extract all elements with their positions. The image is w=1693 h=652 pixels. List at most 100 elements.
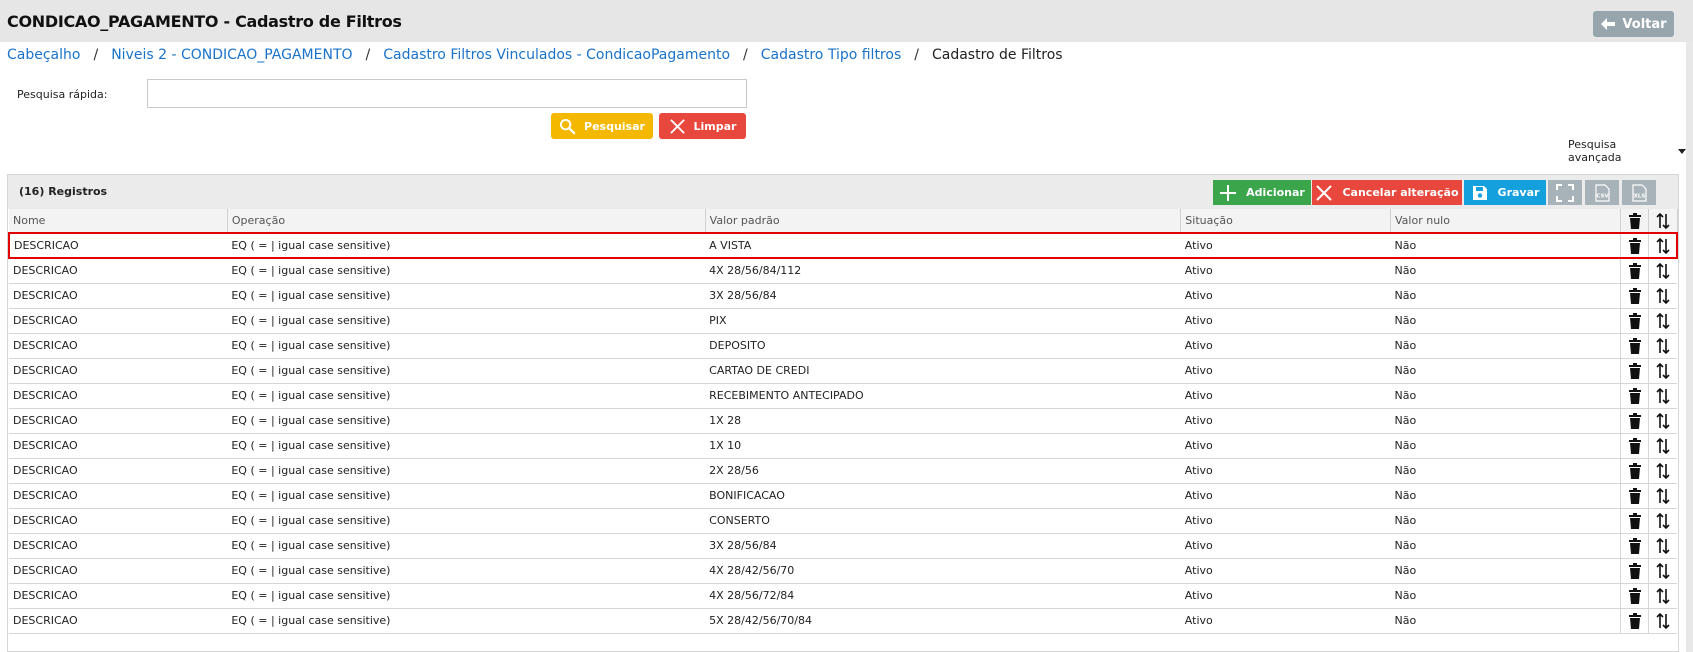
cell-situacao[interactable]: Ativo — [1180, 408, 1391, 434]
move-row-handle[interactable] — [1648, 283, 1677, 309]
cell-valor-nulo[interactable]: Não — [1390, 533, 1621, 559]
table-row[interactable]: DESCRICAO EQ ( = | igual case sensitive) B… — [9, 483, 1677, 509]
export-xls-button[interactable]: XLS — [1622, 180, 1656, 205]
cell-situacao[interactable]: Ativo — [1180, 508, 1391, 534]
breadcrumb-link-cabecalho[interactable]: Cabeçalho — [7, 47, 80, 63]
cell-operacao[interactable]: EQ ( = | igual case sensitive) — [227, 308, 706, 334]
cell-nome[interactable]: DESCRICAO — [9, 458, 228, 484]
cell-operacao[interactable]: EQ ( = | igual case sensitive) — [227, 483, 706, 509]
cell-valor-padrao[interactable]: 1X 10 — [705, 433, 1181, 459]
move-row-handle[interactable] — [1648, 433, 1677, 459]
cell-valor-nulo[interactable]: Não — [1390, 608, 1621, 634]
cell-situacao[interactable]: Ativo — [1180, 483, 1391, 509]
cell-valor-padrao[interactable]: 4X 28/42/56/70 — [705, 558, 1181, 584]
delete-row-button[interactable] — [1620, 433, 1649, 459]
move-row-handle[interactable] — [1648, 258, 1677, 284]
cell-operacao[interactable]: EQ ( = | igual case sensitive) — [227, 258, 706, 284]
delete-row-button[interactable] — [1620, 533, 1649, 559]
page-scrollbar-gutter[interactable] — [1686, 42, 1693, 652]
fullscreen-button[interactable] — [1548, 180, 1582, 205]
cell-situacao[interactable]: Ativo — [1180, 258, 1391, 284]
table-row[interactable]: DESCRICAO EQ ( = | igual case sensitive) 3… — [9, 283, 1677, 309]
cell-valor-nulo[interactable]: Não — [1390, 232, 1621, 259]
column-header-move[interactable] — [1648, 209, 1678, 234]
cell-valor-padrao[interactable]: BONIFICACAO — [705, 483, 1181, 509]
quick-search-input[interactable] — [147, 79, 747, 108]
cancel-changes-button[interactable]: Cancelar alteração — [1312, 180, 1462, 205]
delete-row-button[interactable] — [1620, 383, 1649, 409]
column-header-valor-nulo[interactable]: Valor nulo — [1390, 209, 1622, 234]
move-row-handle[interactable] — [1648, 558, 1677, 584]
delete-row-button[interactable] — [1620, 408, 1649, 434]
cell-valor-padrao[interactable]: PIX — [705, 308, 1181, 334]
save-button[interactable]: Gravar — [1464, 180, 1546, 205]
table-row[interactable]: DESCRICAO EQ ( = | igual case sensitive) 1… — [9, 433, 1677, 459]
cell-situacao[interactable]: Ativo — [1180, 333, 1391, 359]
table-row[interactable]: DESCRICAO EQ ( = | igual case sensitive) C… — [9, 508, 1677, 534]
move-row-handle[interactable] — [1648, 583, 1677, 609]
breadcrumb-link-tipo-filtros[interactable]: Cadastro Tipo filtros — [761, 47, 902, 63]
move-row-handle[interactable] — [1648, 508, 1677, 534]
cell-valor-padrao[interactable]: DEPOSITO — [705, 333, 1181, 359]
cell-operacao[interactable]: EQ ( = | igual case sensitive) — [227, 232, 706, 259]
table-row[interactable]: DESCRICAO EQ ( = | igual case sensitive) 4… — [9, 258, 1677, 284]
cell-operacao[interactable]: EQ ( = | igual case sensitive) — [227, 608, 706, 634]
table-row[interactable]: DESCRICAO EQ ( = | igual case sensitive) 2… — [9, 458, 1677, 484]
cell-valor-nulo[interactable]: Não — [1390, 558, 1621, 584]
delete-row-button[interactable] — [1620, 232, 1649, 259]
cell-valor-nulo[interactable]: Não — [1390, 433, 1621, 459]
cell-operacao[interactable]: EQ ( = | igual case sensitive) — [227, 283, 706, 309]
cell-operacao[interactable]: EQ ( = | igual case sensitive) — [227, 408, 706, 434]
table-row[interactable]: DESCRICAO EQ ( = | igual case sensitive) R… — [9, 383, 1677, 409]
export-csv-button[interactable]: CSV — [1585, 180, 1619, 205]
table-row[interactable]: DESCRICAO EQ ( = | igual case sensitive) 4… — [9, 558, 1677, 584]
cell-nome[interactable]: DESCRICAO — [9, 583, 228, 609]
delete-row-button[interactable] — [1620, 483, 1649, 509]
back-button[interactable]: Voltar — [1593, 11, 1674, 37]
cell-nome[interactable]: DESCRICAO — [9, 383, 228, 409]
cell-situacao[interactable]: Ativo — [1180, 232, 1391, 259]
cell-nome[interactable]: DESCRICAO — [9, 508, 228, 534]
cell-nome[interactable]: DESCRICAO — [9, 408, 228, 434]
cell-valor-padrao[interactable]: 3X 28/56/84 — [705, 283, 1181, 309]
cell-situacao[interactable]: Ativo — [1180, 383, 1391, 409]
delete-row-button[interactable] — [1620, 583, 1649, 609]
delete-row-button[interactable] — [1620, 608, 1649, 634]
column-header-situacao[interactable]: Situação — [1180, 209, 1391, 234]
cell-valor-padrao[interactable]: RECEBIMENTO ANTECIPADO — [705, 383, 1181, 409]
delete-row-button[interactable] — [1620, 358, 1649, 384]
cell-operacao[interactable]: EQ ( = | igual case sensitive) — [227, 508, 706, 534]
cell-nome[interactable]: DESCRICAO — [9, 283, 228, 309]
delete-row-button[interactable] — [1620, 333, 1649, 359]
table-row[interactable]: DESCRICAO EQ ( = | igual case sensitive) 3… — [9, 533, 1677, 559]
cell-valor-padrao[interactable]: 2X 28/56 — [705, 458, 1181, 484]
breadcrumb-link-niveis[interactable]: Niveis 2 - CONDICAO_PAGAMENTO — [111, 47, 352, 63]
table-row[interactable]: DESCRICAO EQ ( = | igual case sensitive) 1… — [9, 408, 1677, 434]
cell-situacao[interactable]: Ativo — [1180, 283, 1391, 309]
column-header-valor-padrao[interactable]: Valor padrão — [705, 209, 1182, 234]
cell-valor-padrao[interactable]: 1X 28 — [705, 408, 1181, 434]
table-row[interactable]: DESCRICAO EQ ( = | igual case sensitive) 4… — [9, 583, 1677, 609]
cell-nome[interactable]: DESCRICAO — [9, 483, 228, 509]
cell-nome[interactable]: DESCRICAO — [9, 308, 228, 334]
delete-row-button[interactable] — [1620, 283, 1649, 309]
cell-nome[interactable]: DESCRICAO — [9, 258, 228, 284]
cell-situacao[interactable]: Ativo — [1180, 608, 1391, 634]
cell-operacao[interactable]: EQ ( = | igual case sensitive) — [227, 433, 706, 459]
table-row[interactable]: DESCRICAO EQ ( = | igual case sensitive) P… — [9, 308, 1677, 334]
cell-situacao[interactable]: Ativo — [1180, 558, 1391, 584]
cell-operacao[interactable]: EQ ( = | igual case sensitive) — [227, 458, 706, 484]
column-header-delete[interactable] — [1620, 209, 1650, 234]
cell-valor-padrao[interactable]: A VISTA — [705, 232, 1181, 259]
cell-valor-padrao[interactable]: 3X 28/56/84 — [705, 533, 1181, 559]
cell-valor-padrao[interactable]: CONSERTO — [705, 508, 1181, 534]
cell-valor-nulo[interactable]: Não — [1390, 583, 1621, 609]
cell-valor-nulo[interactable]: Não — [1390, 258, 1621, 284]
cell-situacao[interactable]: Ativo — [1180, 358, 1391, 384]
cell-operacao[interactable]: EQ ( = | igual case sensitive) — [227, 358, 706, 384]
move-row-handle[interactable] — [1648, 358, 1677, 384]
move-row-handle[interactable] — [1648, 483, 1677, 509]
move-row-handle[interactable] — [1648, 408, 1677, 434]
delete-row-button[interactable] — [1620, 258, 1649, 284]
cell-situacao[interactable]: Ativo — [1180, 533, 1391, 559]
